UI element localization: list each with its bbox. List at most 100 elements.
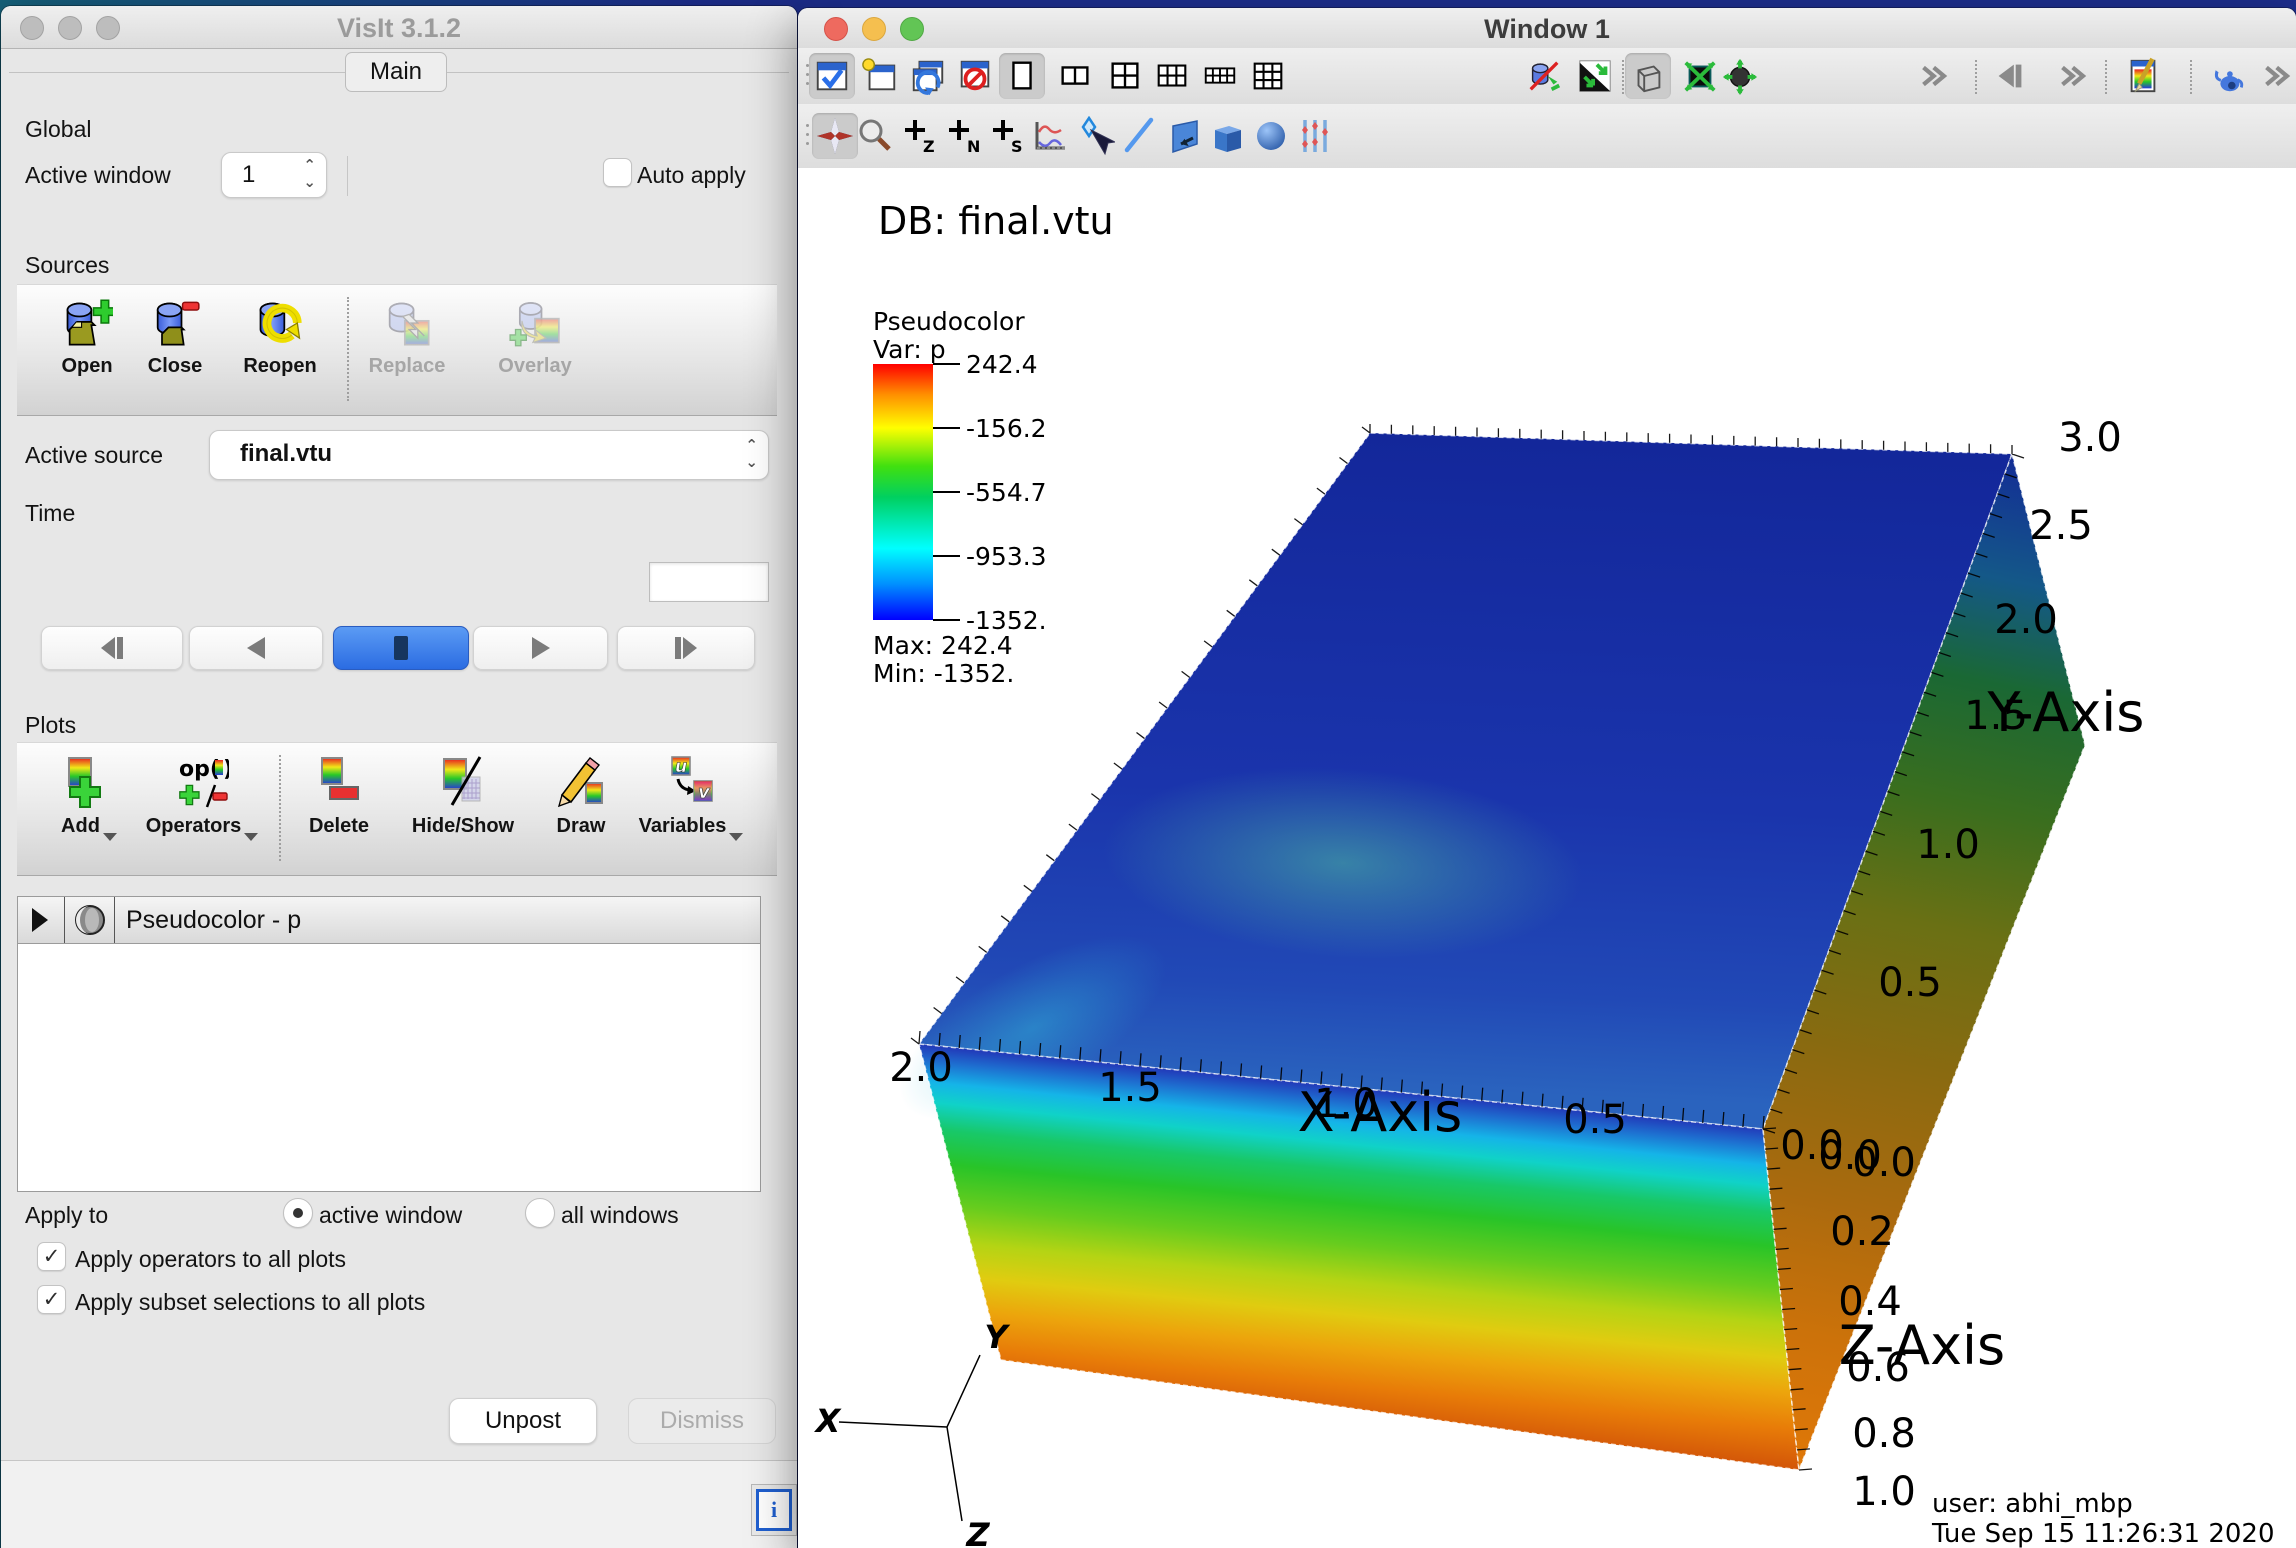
replace-database-icon bbox=[381, 297, 433, 349]
sphere-tool-icon[interactable] bbox=[1248, 113, 1294, 159]
spinner-arrows-icon[interactable]: ⌃⌄ bbox=[303, 157, 316, 191]
apply-operators-checkbox[interactable]: ✓ bbox=[37, 1242, 66, 1271]
layout-1x1-icon[interactable] bbox=[999, 53, 1045, 99]
separator bbox=[1622, 60, 1624, 94]
toolbar-handle[interactable] bbox=[806, 118, 808, 151]
layout-3x3-icon[interactable] bbox=[1245, 53, 1291, 99]
overflow-chevron-icon[interactable] bbox=[2048, 53, 2094, 99]
perspective-cube-icon[interactable] bbox=[1625, 53, 1671, 99]
active-window-radio[interactable] bbox=[283, 1198, 313, 1228]
tab-main[interactable]: Main bbox=[345, 52, 447, 92]
time-play-button[interactable] bbox=[473, 626, 608, 670]
expand-arrow-icon[interactable] bbox=[32, 908, 48, 932]
layout-2x3-icon[interactable] bbox=[1149, 53, 1195, 99]
svg-text:0.8: 0.8 bbox=[1852, 1411, 1916, 1457]
legend-tick-label: -953.3 bbox=[966, 542, 1047, 571]
overlay-source-button[interactable]: Overlay bbox=[493, 297, 577, 378]
hide-show-plot-icon bbox=[436, 755, 490, 809]
color-table-icon[interactable] bbox=[2120, 53, 2166, 99]
plots-toolbar: Add op( ) Operators bbox=[17, 742, 777, 876]
output-info-button[interactable]: i bbox=[751, 1484, 797, 1536]
svg-text:v: v bbox=[698, 782, 711, 803]
svg-text:1.5: 1.5 bbox=[1098, 1065, 1162, 1111]
layout-2x4-icon[interactable] bbox=[1197, 53, 1243, 99]
delete-label: Delete bbox=[309, 815, 369, 838]
time-step-forward-button[interactable] bbox=[617, 626, 755, 670]
box-tool-icon[interactable] bbox=[1204, 113, 1250, 159]
remove-plots-icon[interactable] bbox=[1521, 53, 1567, 99]
time-stop-button[interactable] bbox=[333, 626, 469, 670]
overlay-label: Overlay bbox=[498, 355, 571, 378]
active-window-option-label: active window bbox=[319, 1202, 462, 1229]
axis-restriction-icon[interactable] bbox=[1292, 113, 1338, 159]
sources-section-label: Sources bbox=[25, 252, 109, 279]
toolbar-handle[interactable] bbox=[806, 58, 808, 91]
active-source-dropdown[interactable]: final.vtu ⌃⌄ bbox=[209, 430, 769, 480]
overflow-chevron-icon[interactable] bbox=[1909, 53, 1955, 99]
viewer-toolbar-bottom: Z N S bbox=[798, 104, 2296, 169]
left-titlebar[interactable]: VisIt 3.1.2 bbox=[1, 6, 797, 49]
zoom-mode-icon[interactable] bbox=[852, 113, 898, 159]
set-active-window-icon[interactable] bbox=[809, 53, 855, 99]
hide-show-plot-button[interactable]: Hide/Show bbox=[411, 755, 515, 838]
variables-button[interactable]: u v Variables bbox=[641, 755, 741, 838]
time-step-back-button[interactable] bbox=[41, 626, 183, 670]
zone-pick-icon[interactable]: Z bbox=[896, 113, 942, 159]
divider bbox=[64, 897, 65, 943]
layout-2x2-icon[interactable] bbox=[1102, 53, 1148, 99]
separator bbox=[2190, 60, 2192, 94]
layout-1x2-icon[interactable] bbox=[1052, 53, 1098, 99]
time-play-reverse-button[interactable] bbox=[189, 626, 323, 670]
draw-plot-button[interactable]: Draw bbox=[539, 755, 623, 838]
reopen-source-button[interactable]: Reopen bbox=[238, 297, 322, 378]
close-source-button[interactable]: Close bbox=[133, 297, 217, 378]
pseudocolor-plot-canvas[interactable]: DB: final.vtu Pseudocolor Var: p 242.4 -… bbox=[798, 168, 2296, 1548]
apply-to-label: Apply to bbox=[25, 1202, 108, 1229]
new-window-icon[interactable] bbox=[857, 53, 903, 99]
overflow-chevron-icon[interactable] bbox=[2252, 53, 2296, 99]
recenter-view-icon[interactable] bbox=[1572, 53, 1618, 99]
open-source-button[interactable]: Open bbox=[45, 297, 129, 378]
apply-operators-label: Apply operators to all plots bbox=[75, 1246, 346, 1273]
db-label: DB: final.vtu bbox=[878, 199, 1114, 243]
refresh-window-icon[interactable] bbox=[905, 53, 951, 99]
active-window-spinner[interactable]: 1 ⌃⌄ bbox=[221, 152, 327, 198]
add-plot-button[interactable]: Add bbox=[47, 755, 131, 838]
pick-tool-icon[interactable] bbox=[1072, 113, 1118, 159]
auto-apply-checkbox[interactable] bbox=[603, 158, 632, 187]
play-reverse-icon bbox=[243, 634, 269, 662]
pseudocolor-legend: Pseudocolor Var: p 242.4 -156.2 -554.7 -… bbox=[873, 307, 1047, 688]
y-axis-title: Y-Axis bbox=[1987, 681, 2145, 744]
open-label: Open bbox=[61, 355, 112, 378]
all-windows-radio[interactable] bbox=[525, 1198, 555, 1228]
auto-apply-label: Auto apply bbox=[637, 162, 746, 189]
render-options-icon[interactable] bbox=[2205, 53, 2251, 99]
time-field[interactable] bbox=[649, 562, 769, 602]
right-titlebar[interactable]: Window 1 bbox=[798, 8, 2296, 49]
lineout-mode-icon[interactable] bbox=[1026, 113, 1072, 159]
render-viewport[interactable]: DB: final.vtu Pseudocolor Var: p 242.4 -… bbox=[798, 168, 2296, 1548]
unpost-button[interactable]: Unpost bbox=[449, 1398, 597, 1444]
pseudocolor-sphere-icon[interactable] bbox=[73, 903, 107, 937]
separator bbox=[1975, 60, 1977, 94]
clear-window-icon[interactable] bbox=[952, 53, 998, 99]
plot-list-row[interactable]: Pseudocolor - p bbox=[18, 897, 760, 944]
spreadsheet-pick-icon[interactable]: S bbox=[984, 113, 1030, 159]
spin-mode-icon[interactable] bbox=[1717, 53, 1763, 99]
plane-tool-icon[interactable] bbox=[1160, 113, 1206, 159]
line-tool-icon[interactable] bbox=[1116, 113, 1162, 159]
stop-icon bbox=[392, 634, 410, 662]
previous-window-icon[interactable] bbox=[1987, 53, 2033, 99]
replace-source-button[interactable]: Replace bbox=[365, 297, 449, 378]
operators-button[interactable]: op( ) Operators bbox=[153, 755, 251, 838]
svg-text:S: S bbox=[1011, 137, 1023, 156]
dismiss-button[interactable]: Dismiss bbox=[628, 1398, 776, 1444]
legend-var: Var: p bbox=[873, 335, 946, 364]
plot-list-item-label: Pseudocolor - p bbox=[126, 906, 301, 935]
delete-plot-button[interactable]: Delete bbox=[297, 755, 381, 838]
add-plot-icon bbox=[62, 755, 116, 809]
open-database-icon bbox=[61, 297, 113, 349]
apply-subset-checkbox[interactable]: ✓ bbox=[37, 1285, 66, 1314]
viewer-toolbar-top bbox=[798, 48, 2296, 105]
node-pick-icon[interactable]: N bbox=[940, 113, 986, 159]
